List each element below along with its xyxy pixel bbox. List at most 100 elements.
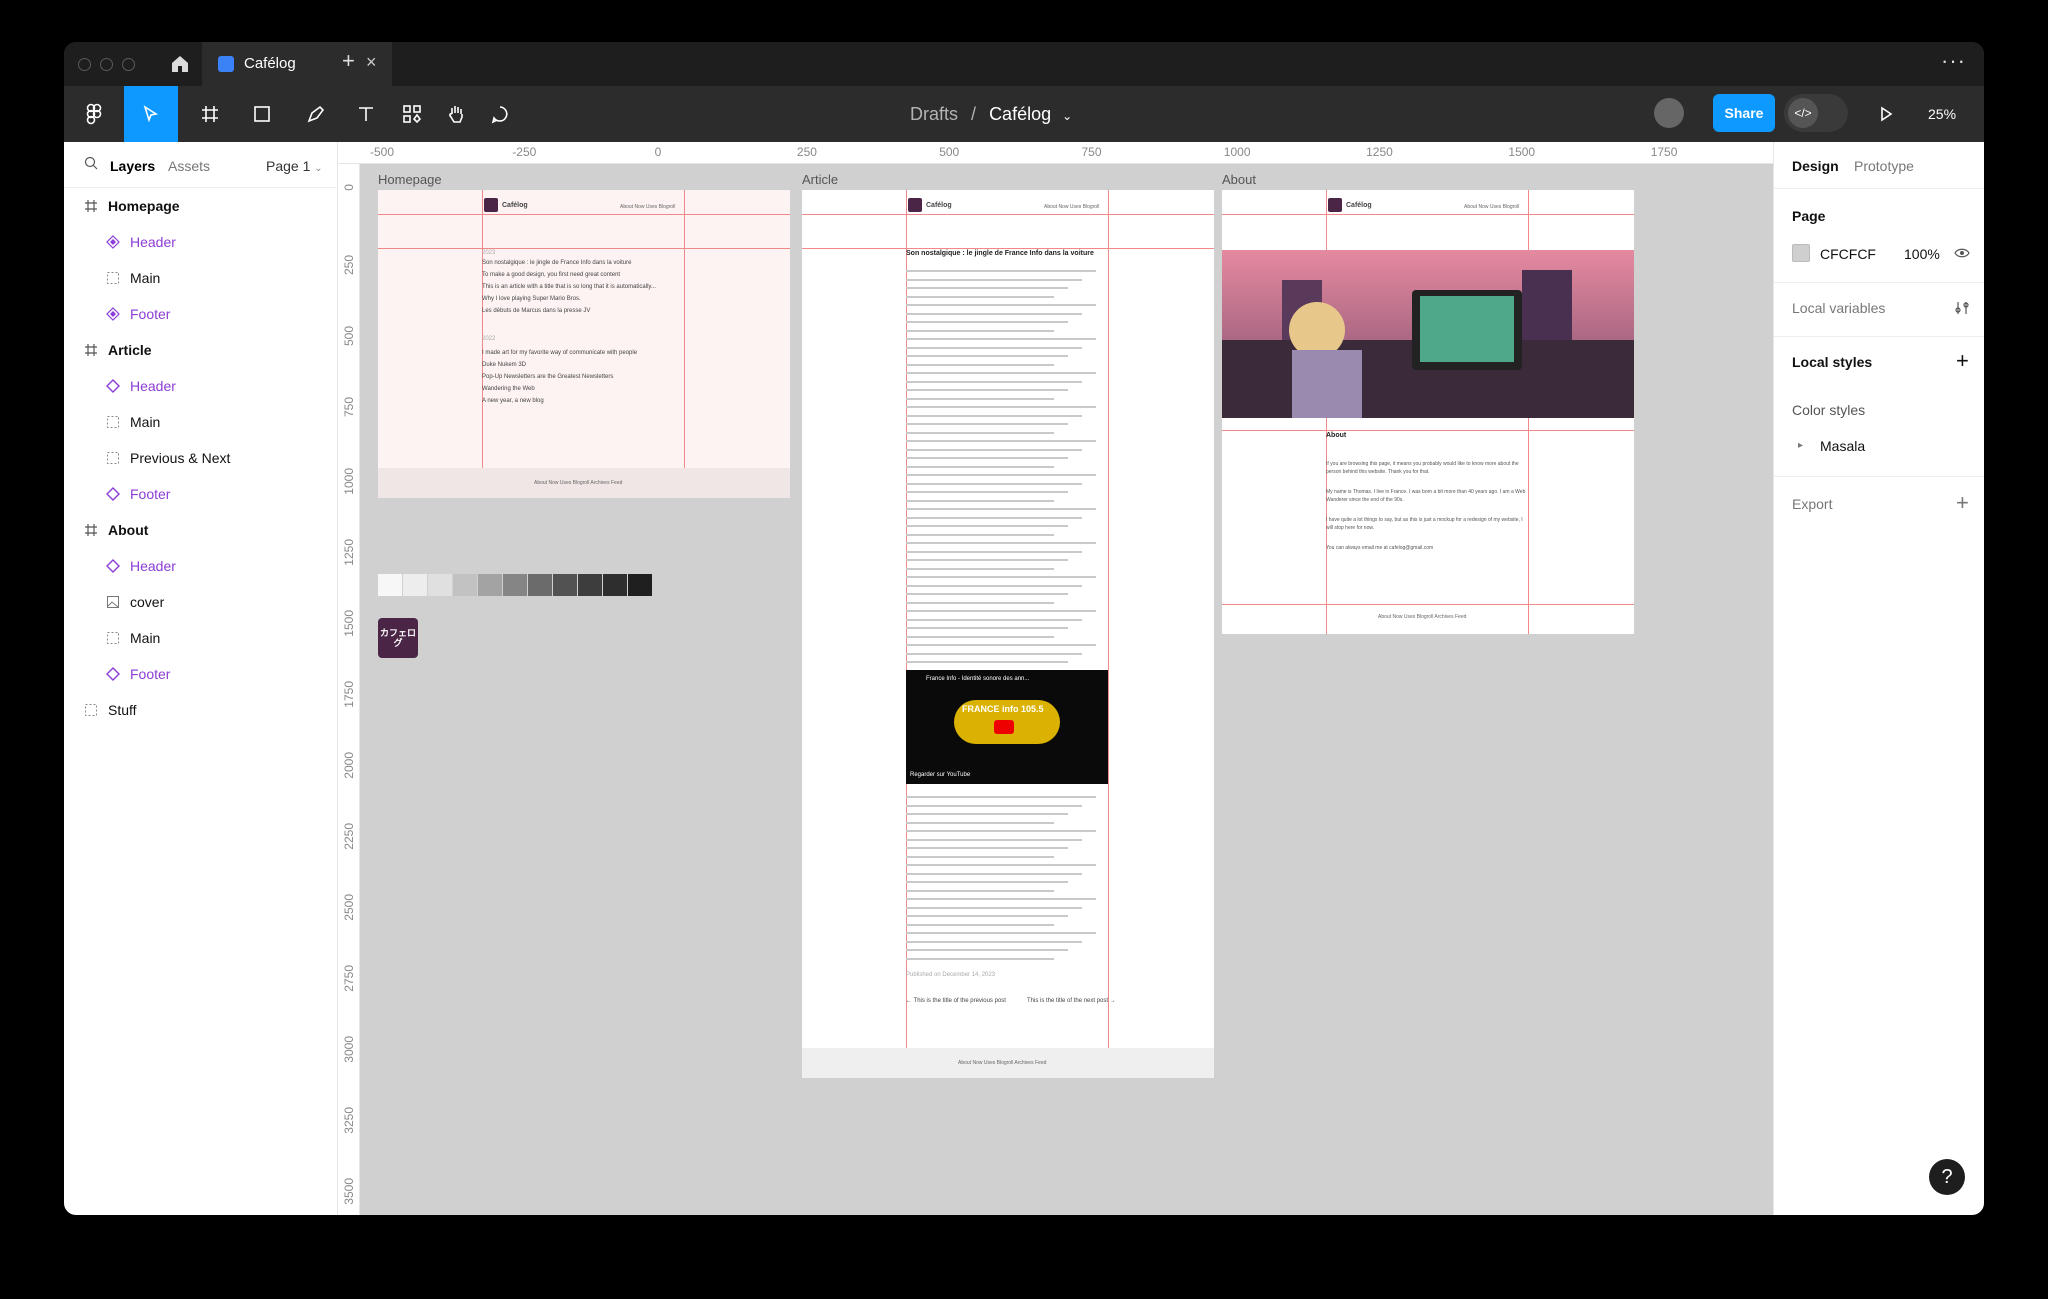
shape-tool-button[interactable] bbox=[240, 86, 284, 142]
text-line bbox=[906, 567, 1054, 570]
breadcrumb-drafts[interactable]: Drafts bbox=[910, 104, 958, 124]
comment-tool-button[interactable] bbox=[478, 86, 522, 142]
video-watch-link[interactable]: Regarder sur YouTube bbox=[910, 772, 970, 778]
post-link[interactable]: Duke Nukem 3D bbox=[482, 362, 526, 368]
layer-item[interactable]: Main bbox=[64, 260, 338, 296]
main-menu-button[interactable] bbox=[72, 86, 116, 142]
page-color-hex[interactable]: CFCFCF bbox=[1820, 246, 1876, 262]
tab-design[interactable]: Design bbox=[1792, 158, 1839, 174]
color-swatch[interactable] bbox=[553, 574, 577, 596]
color-swatch[interactable] bbox=[403, 574, 427, 596]
cover-image[interactable] bbox=[1222, 250, 1634, 418]
frame-label-article[interactable]: Article bbox=[802, 172, 838, 187]
site-name: Cafélog bbox=[1346, 202, 1372, 209]
text-line bbox=[906, 618, 1082, 621]
minimize-window-button[interactable] bbox=[100, 58, 113, 71]
add-export-icon[interactable]: + bbox=[1956, 490, 1969, 516]
local-variables-label[interactable]: Local variables bbox=[1792, 300, 1885, 316]
video-embed[interactable]: France Info - Identité sonore des ann...… bbox=[906, 670, 1108, 784]
pen-tool-button[interactable] bbox=[294, 86, 338, 142]
file-name[interactable]: Cafélog bbox=[989, 104, 1051, 124]
post-link[interactable]: Why I love playing Super Mario Bros. bbox=[482, 296, 581, 302]
youtube-play-icon[interactable] bbox=[994, 720, 1014, 734]
layer-item[interactable]: cover bbox=[64, 584, 338, 620]
tab-layers[interactable]: Layers bbox=[110, 158, 155, 174]
color-swatch[interactable] bbox=[503, 574, 527, 596]
hand-tool-button[interactable] bbox=[434, 86, 478, 142]
post-link[interactable]: Pop-Up Newsletters are the Greatest News… bbox=[482, 374, 613, 380]
layer-item[interactable]: Footer bbox=[64, 296, 338, 332]
page-selector[interactable]: Page 1 ⌄ bbox=[266, 158, 323, 174]
share-button[interactable]: Share bbox=[1713, 94, 1775, 132]
file-tab[interactable]: Cafélog × bbox=[202, 42, 392, 86]
color-swatch[interactable] bbox=[603, 574, 627, 596]
color-swatch[interactable] bbox=[528, 574, 552, 596]
close-tab-icon[interactable]: × bbox=[366, 52, 377, 73]
text-line bbox=[906, 338, 1096, 340]
homepage-frame[interactable]: Cafélog About Now Uses Blogroll 2023 Son… bbox=[378, 190, 790, 498]
more-options-icon[interactable]: ··· bbox=[1941, 48, 1966, 74]
color-style-masala[interactable]: Masala bbox=[1820, 438, 1865, 454]
page-color-opacity[interactable]: 100% bbox=[1904, 246, 1940, 262]
layer-item[interactable]: Article bbox=[64, 332, 338, 368]
tab-prototype[interactable]: Prototype bbox=[1854, 158, 1914, 174]
resources-tool-button[interactable] bbox=[390, 86, 434, 142]
layer-item[interactable]: Main bbox=[64, 620, 338, 656]
dev-mode-toggle[interactable]: </> bbox=[1784, 94, 1848, 132]
about-frame[interactable]: Cafélog About Now Uses Blogroll About If… bbox=[1222, 190, 1634, 634]
color-swatch[interactable] bbox=[378, 574, 402, 596]
page-color-swatch[interactable] bbox=[1792, 244, 1810, 262]
avatar[interactable] bbox=[1654, 98, 1684, 128]
layer-item[interactable]: Header bbox=[64, 224, 338, 260]
post-link[interactable]: To make a good design, you first need gr… bbox=[482, 272, 620, 278]
layer-item[interactable]: About bbox=[64, 512, 338, 548]
text-line bbox=[906, 652, 1082, 655]
layer-item[interactable]: Stuff bbox=[64, 692, 338, 728]
variables-settings-icon[interactable] bbox=[1954, 300, 1970, 316]
layer-item[interactable]: Previous & Next bbox=[64, 440, 338, 476]
divider bbox=[1774, 282, 1984, 283]
layer-item[interactable]: Main bbox=[64, 404, 338, 440]
post-link[interactable]: Son nostalgique : le jingle de France In… bbox=[482, 260, 631, 266]
group-dashed-icon bbox=[85, 704, 97, 716]
color-swatch[interactable] bbox=[428, 574, 452, 596]
article-frame[interactable]: Cafélog About Now Uses Blogroll Son nost… bbox=[802, 190, 1214, 1078]
search-icon[interactable] bbox=[84, 156, 98, 170]
frame-tool-button[interactable] bbox=[188, 86, 232, 142]
present-button[interactable] bbox=[1864, 86, 1908, 142]
color-swatch[interactable] bbox=[628, 574, 652, 596]
zoom-level[interactable]: 25% bbox=[1928, 106, 1956, 122]
layer-item[interactable]: Header bbox=[64, 548, 338, 584]
frame-label-about[interactable]: About bbox=[1222, 172, 1256, 187]
text-tool-button[interactable] bbox=[344, 86, 388, 142]
post-link[interactable]: Les débuts de Marcus dans la presse JV bbox=[482, 308, 590, 314]
figma-file-icon bbox=[218, 56, 234, 72]
layer-item[interactable]: Footer bbox=[64, 656, 338, 692]
previous-post-link[interactable]: ← This is the title of the previous post bbox=[906, 998, 1006, 1004]
layer-item[interactable]: Footer bbox=[64, 476, 338, 512]
frame-label-homepage[interactable]: Homepage bbox=[378, 172, 442, 187]
next-post-link[interactable]: This is the title of the next post → bbox=[1027, 998, 1116, 1004]
home-icon[interactable] bbox=[168, 52, 192, 76]
color-swatch[interactable] bbox=[578, 574, 602, 596]
color-swatch[interactable] bbox=[478, 574, 502, 596]
layer-item[interactable]: Homepage bbox=[64, 188, 338, 224]
maximize-window-button[interactable] bbox=[122, 58, 135, 71]
post-link[interactable]: Wandering the Web bbox=[482, 386, 535, 392]
move-tool-button[interactable] bbox=[124, 86, 178, 142]
help-button[interactable]: ? bbox=[1929, 1159, 1965, 1195]
eye-icon[interactable] bbox=[1954, 246, 1970, 260]
design-canvas[interactable]: Homepage Cafélog About Now Uses Blogroll… bbox=[360, 164, 1773, 1215]
layer-item[interactable]: Header bbox=[64, 368, 338, 404]
add-style-icon[interactable]: + bbox=[1956, 348, 1969, 374]
new-tab-icon[interactable]: + bbox=[342, 48, 355, 74]
color-swatch[interactable] bbox=[453, 574, 477, 596]
stuff-logo[interactable]: カフェログ bbox=[378, 618, 418, 658]
close-window-button[interactable] bbox=[78, 58, 91, 71]
post-link[interactable]: This is an article with a title that is … bbox=[482, 284, 656, 290]
post-link[interactable]: A new year, a new blog bbox=[482, 398, 544, 404]
tab-assets[interactable]: Assets bbox=[168, 158, 210, 174]
chevron-down-icon[interactable]: ⌄ bbox=[1062, 109, 1072, 123]
post-link[interactable]: I made art for my favorite way of commun… bbox=[482, 350, 637, 356]
expand-caret-icon[interactable]: ▸ bbox=[1798, 440, 1803, 451]
